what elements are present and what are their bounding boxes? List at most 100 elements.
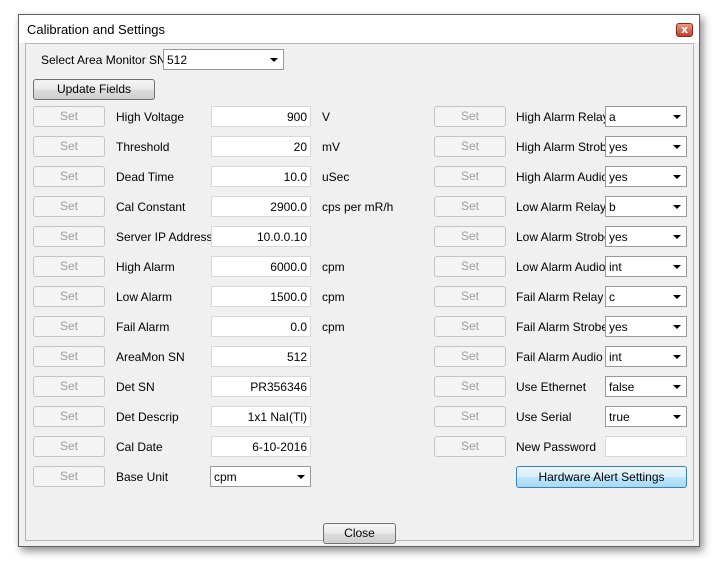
set-button[interactable]: Set <box>434 406 506 427</box>
setting-select[interactable]: c <box>605 286 687 307</box>
window-title: Calibration and Settings <box>27 22 166 37</box>
set-button[interactable]: Set <box>434 286 506 307</box>
set-button[interactable]: Set <box>33 286 105 307</box>
field-input[interactable]: 1x1 NaI(Tl) <box>211 406 311 427</box>
field-input[interactable]: 10.0.0.10 <box>211 226 311 247</box>
setting-select[interactable]: a <box>605 106 687 127</box>
chevron-down-icon <box>673 145 681 149</box>
set-button[interactable]: Set <box>33 436 105 457</box>
set-button[interactable]: Set <box>434 346 506 367</box>
chevron-down-icon <box>673 415 681 419</box>
setting-select[interactable]: yes <box>605 226 687 247</box>
set-button[interactable]: Set <box>33 106 105 127</box>
setting-label: Low Alarm Audio <box>516 260 606 274</box>
field-input[interactable]: 10.0 <box>211 166 311 187</box>
set-button[interactable]: Set <box>434 436 506 457</box>
unit-label: cps per mR/h <box>322 200 394 214</box>
hardware-alert-settings-button[interactable]: Hardware Alert Settings <box>516 466 687 488</box>
title-bar: Calibration and Settings x <box>19 15 699 43</box>
set-button[interactable]: Set <box>33 316 105 337</box>
setting-select-value: int <box>609 260 622 274</box>
field-input[interactable]: 0.0 <box>211 316 311 337</box>
chevron-down-icon <box>673 265 681 269</box>
set-button[interactable]: Set <box>33 136 105 157</box>
field-input[interactable]: PR356346 <box>211 376 311 397</box>
field-input[interactable]: 1500.0 <box>211 286 311 307</box>
setting-select-value: yes <box>609 170 628 184</box>
field-label: Server IP Address <box>116 230 213 244</box>
set-button[interactable]: Set <box>434 106 506 127</box>
close-window-icon[interactable]: x <box>676 23 693 37</box>
field-label: Low Alarm <box>116 290 173 304</box>
setting-select[interactable]: yes <box>605 136 687 157</box>
set-button[interactable]: Set <box>434 376 506 397</box>
setting-select[interactable]: int <box>605 346 687 367</box>
set-button[interactable]: Set <box>33 406 105 427</box>
new-password-label: New Password <box>516 440 597 454</box>
field-label: Threshold <box>116 140 170 154</box>
unit-label: cpm <box>322 320 345 334</box>
field-input[interactable]: 20 <box>211 136 311 157</box>
unit-label: cpm <box>322 290 345 304</box>
field-label: Det Descrip <box>116 410 179 424</box>
field-input[interactable]: 512 <box>211 346 311 367</box>
new-password-input[interactable] <box>605 436 687 457</box>
field-input[interactable]: 6-10-2016 <box>211 436 311 457</box>
close-button[interactable]: Close <box>323 523 396 544</box>
setting-select[interactable]: b <box>605 196 687 217</box>
setting-label: High Alarm Audio <box>516 170 609 184</box>
set-button[interactable]: Set <box>33 346 105 367</box>
set-button[interactable]: Set <box>434 136 506 157</box>
field-label: High Alarm <box>116 260 175 274</box>
setting-select[interactable]: yes <box>605 166 687 187</box>
field-input[interactable]: 6000.0 <box>211 256 311 277</box>
base-unit-select[interactable]: cpm <box>210 466 311 487</box>
calibration-window: Calibration and Settings x Select Area M… <box>18 14 700 547</box>
unit-label: V <box>322 110 331 124</box>
field-label: Dead Time <box>116 170 175 184</box>
setting-label: Low Alarm Relay <box>516 200 607 214</box>
setting-label: High Alarm Strobe <box>516 140 614 154</box>
set-button[interactable]: Set <box>33 376 105 397</box>
unit-label: cpm <box>322 260 345 274</box>
set-button[interactable]: Set <box>33 256 105 277</box>
field-input[interactable]: 900 <box>211 106 311 127</box>
field-label: Det SN <box>116 380 155 394</box>
setting-select-value: int <box>609 350 622 364</box>
field-input[interactable]: 2900.0 <box>211 196 311 217</box>
setting-select[interactable]: int <box>605 256 687 277</box>
set-button[interactable]: Set <box>33 466 105 487</box>
unit-label: uSec <box>322 170 350 184</box>
set-button[interactable]: Set <box>33 196 105 217</box>
set-button[interactable]: Set <box>434 196 506 217</box>
setting-select-value: yes <box>609 140 628 154</box>
chevron-down-icon <box>673 385 681 389</box>
set-button[interactable]: Set <box>434 256 506 277</box>
set-button[interactable]: Set <box>33 226 105 247</box>
monitor-sn-select[interactable]: 512 <box>163 49 284 70</box>
setting-select[interactable]: yes <box>605 316 687 337</box>
chevron-down-icon <box>673 205 681 209</box>
set-button[interactable]: Set <box>33 166 105 187</box>
setting-select-value: true <box>609 410 630 424</box>
setting-label: High Alarm Relay <box>516 110 609 124</box>
update-fields-button[interactable]: Update Fields <box>33 79 155 100</box>
setting-label: Fail Alarm Strobe <box>516 320 609 334</box>
field-label: Fail Alarm <box>116 320 170 334</box>
setting-select-value: yes <box>609 230 628 244</box>
chevron-down-icon <box>673 115 681 119</box>
setting-select[interactable]: false <box>605 376 687 397</box>
setting-select-value: yes <box>609 320 628 334</box>
setting-select-value: b <box>609 200 616 214</box>
select-monitor-label: Select Area Monitor SN <box>41 53 166 67</box>
setting-select-value: c <box>609 290 615 304</box>
set-button[interactable]: Set <box>434 316 506 337</box>
setting-label: Use Ethernet <box>516 380 587 394</box>
set-button[interactable]: Set <box>434 226 506 247</box>
setting-select[interactable]: true <box>605 406 687 427</box>
unit-label: mV <box>322 140 340 154</box>
set-button[interactable]: Set <box>434 166 506 187</box>
chevron-down-icon <box>270 58 278 62</box>
setting-label: Use Serial <box>516 410 572 424</box>
base-unit-select-value: cpm <box>214 470 237 484</box>
